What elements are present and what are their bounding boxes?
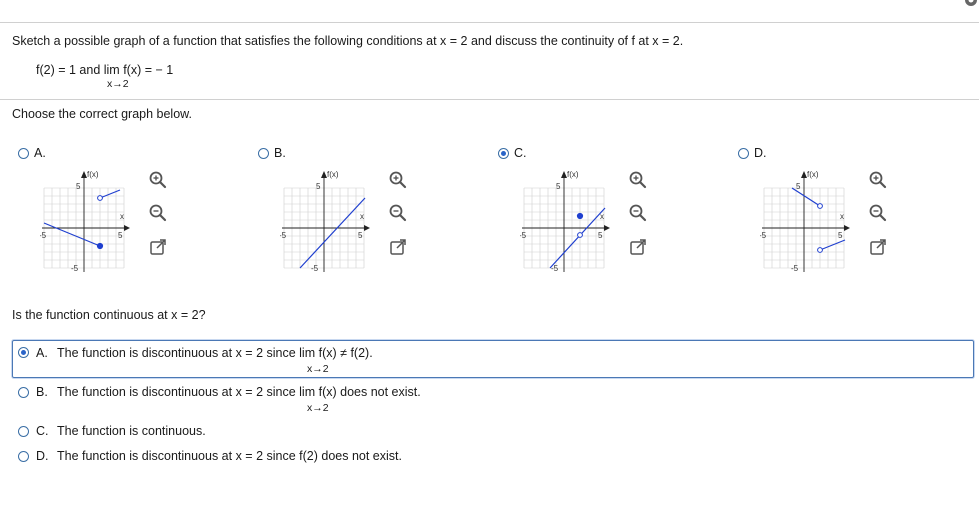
graph-plot-d: f(x) x 5 5 -5 -5 xyxy=(760,170,850,273)
y-axis-label: f(x) xyxy=(87,170,99,179)
graph-letter-b: B. xyxy=(274,146,286,160)
graph-letter-d: D. xyxy=(754,146,767,160)
x-axis-label: x xyxy=(120,212,124,221)
continuity-letter-d: D. xyxy=(36,449,49,463)
graph-radio-c[interactable] xyxy=(498,148,509,159)
x-tick-pos: 5 xyxy=(118,231,123,240)
x-axis-label: x xyxy=(840,212,844,221)
open-point xyxy=(577,232,583,238)
continuity-letter-b: B. xyxy=(36,385,48,399)
x-axis-arrow xyxy=(604,225,610,231)
radio-b[interactable] xyxy=(18,387,29,398)
continuity-letter-a: A. xyxy=(36,346,48,360)
graph-letter-a: A. xyxy=(34,146,46,160)
curve-segment xyxy=(819,239,846,251)
zoom-in-icon[interactable] xyxy=(868,170,888,190)
y-axis-label: f(x) xyxy=(567,170,579,179)
radio-d[interactable] xyxy=(18,451,29,462)
popout-icon[interactable] xyxy=(628,237,648,257)
x-tick-pos: 5 xyxy=(838,231,843,240)
y-axis-label: f(x) xyxy=(807,170,819,179)
curve-segment xyxy=(299,197,366,269)
continuity-letter-c: C. xyxy=(36,424,49,438)
continuity-text-b: The function is discontinuous at x = 2 s… xyxy=(57,385,421,399)
continuity-text-c: The function is continuous. xyxy=(57,424,206,438)
filled-point xyxy=(96,242,104,250)
x-tick-neg: -5 xyxy=(520,231,527,240)
continuity-text-d: The function is discontinuous at x = 2 s… xyxy=(57,449,402,463)
curve-segment xyxy=(99,189,121,199)
x-axis-arrow xyxy=(124,225,130,231)
condition-main: f(2) = 1 and lim f(x) = − 1 xyxy=(36,63,174,77)
zoom-out-icon[interactable] xyxy=(628,203,648,223)
instruction: Choose the correct graph below. xyxy=(12,107,192,121)
top-divider xyxy=(0,22,979,23)
continuity-text-a: The function is discontinuous at x = 2 s… xyxy=(57,346,373,360)
y-tick-neg: -5 xyxy=(311,264,319,273)
open-point xyxy=(817,247,823,253)
y-tick-pos: 5 xyxy=(316,182,321,191)
x-tick-neg: -5 xyxy=(760,231,767,240)
y-axis-label: f(x) xyxy=(327,170,339,179)
y-tick-neg: -5 xyxy=(791,264,799,273)
graph-radio-a[interactable] xyxy=(18,148,29,159)
x-tick-neg: -5 xyxy=(40,231,47,240)
popout-icon[interactable] xyxy=(388,237,408,257)
y-tick-neg: -5 xyxy=(71,264,79,273)
y-tick-pos: 5 xyxy=(556,182,561,191)
zoom-out-icon[interactable] xyxy=(388,203,408,223)
graph-plot-b: f(x) x 5 5 -5 -5 xyxy=(280,170,370,273)
question-prompt: Sketch a possible graph of a function th… xyxy=(12,34,684,48)
x-tick-neg: -5 xyxy=(280,231,287,240)
continuity-question: Is the function continuous at x = 2? xyxy=(12,308,206,322)
radio-a[interactable] xyxy=(18,347,29,358)
graph-radio-d[interactable] xyxy=(738,148,749,159)
x-axis-arrow xyxy=(844,225,850,231)
continuity-sub-a: x→2 xyxy=(307,363,329,375)
y-tick-pos: 5 xyxy=(76,182,81,191)
filled-point xyxy=(576,212,584,220)
x-axis-arrow xyxy=(364,225,370,231)
zoom-out-icon[interactable] xyxy=(868,203,888,223)
condition-sub: x→2 xyxy=(107,78,129,90)
gear-icon[interactable] xyxy=(963,0,979,8)
x-tick-pos: 5 xyxy=(358,231,363,240)
graph-letter-c: C. xyxy=(514,146,527,160)
open-point xyxy=(817,203,823,209)
y-tick-pos: 5 xyxy=(796,182,801,191)
popout-icon[interactable] xyxy=(148,237,168,257)
mid-divider xyxy=(0,99,979,100)
x-tick-pos: 5 xyxy=(598,231,603,240)
curve-segment xyxy=(43,222,101,247)
zoom-in-icon[interactable] xyxy=(628,170,648,190)
graph-plot-c: f(x)x55-5-5 xyxy=(520,170,610,273)
graph-radio-b[interactable] xyxy=(258,148,269,159)
continuity-sub-b: x→2 xyxy=(307,402,329,414)
zoom-out-icon[interactable] xyxy=(148,203,168,223)
zoom-in-icon[interactable] xyxy=(148,170,168,190)
x-axis-label: x xyxy=(360,212,364,221)
popout-icon[interactable] xyxy=(868,237,888,257)
zoom-in-icon[interactable] xyxy=(388,170,408,190)
radio-c[interactable] xyxy=(18,426,29,437)
graph-plot-a: f(x) x 5 5 -5 -5 xyxy=(40,170,130,273)
open-point xyxy=(97,195,103,201)
